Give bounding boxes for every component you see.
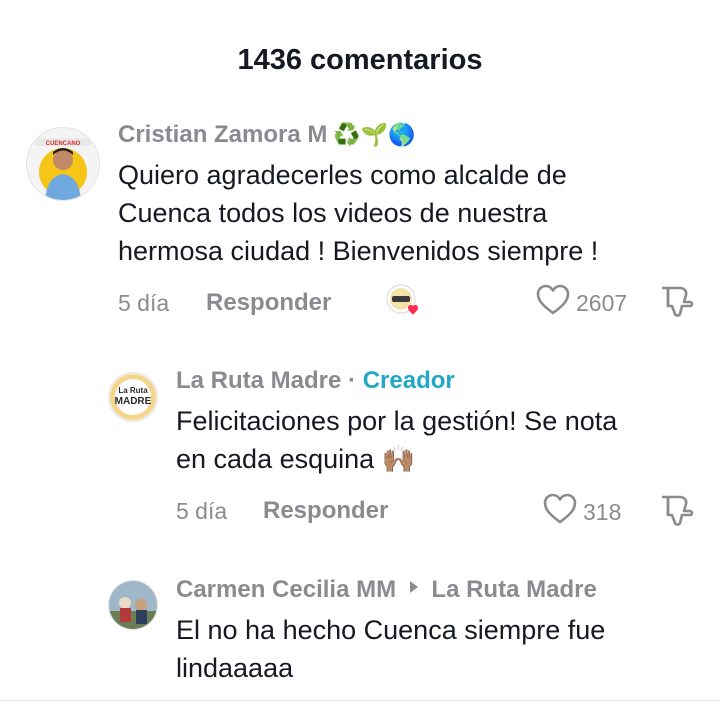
separator-dot: · (348, 367, 357, 394)
comment-username[interactable]: Carmen Cecilia MM La Ruta Madre (176, 576, 597, 604)
comment-text-line: Cuenca todos los videos de nuestra (118, 198, 548, 228)
dislike-icon[interactable] (658, 493, 694, 532)
avatar-brand-text: CUENCANO (46, 141, 81, 147)
comment-text: Felicitaciones por la gestión! Se nota e… (176, 402, 617, 479)
comment-text-line: El no ha hecho Cuenca siempre fue (176, 615, 606, 645)
comment-text-fragment: en cada esquina (176, 444, 375, 474)
reply-to-arrow-icon (409, 580, 419, 599)
reply-button[interactable]: Responder (263, 497, 388, 525)
dislike-icon[interactable] (658, 284, 694, 323)
username-text[interactable]: Cristian Zamora M (118, 121, 327, 148)
comment-text-line: lindaaaaa (176, 653, 294, 683)
comment-username[interactable]: La Ruta Madre · Creador (176, 367, 455, 395)
comments-count-title: 1436 comentarios (237, 44, 483, 76)
like-control[interactable]: 318 (543, 493, 621, 531)
comment-text: Quiero agradecerles como alcalde de Cuen… (118, 156, 598, 270)
reply-to-username[interactable]: La Ruta Madre (431, 576, 596, 603)
like-count: 318 (583, 498, 622, 525)
comment-text-line: Felicitaciones por la gestión! Se nota (176, 406, 618, 436)
avatar-logo-text: MADRE (115, 396, 152, 407)
username-text[interactable]: Carmen Cecilia MM (176, 576, 396, 603)
avatar[interactable] (108, 580, 158, 630)
username-emojis: ♻️🌱🌎 (333, 123, 416, 148)
heart-outline-icon[interactable] (536, 284, 570, 322)
creator-badge: Creador (362, 367, 455, 394)
comment-username[interactable]: Cristian Zamora M ♻️🌱🌎 (118, 121, 416, 149)
username-text[interactable]: La Ruta Madre (176, 367, 341, 394)
comment-text-line: Quiero agradecerles como alcalde de (118, 160, 567, 190)
reply-button[interactable]: Responder (206, 289, 331, 317)
comment-text: El no ha hecho Cuenca siempre fue lindaa… (176, 611, 605, 687)
divider (0, 700, 720, 701)
liked-by-creator-icon (386, 284, 420, 318)
comment-text-line: hermosa ciudad ! Bienvenidos siempre ! (118, 236, 599, 266)
avatar[interactable]: La Ruta MADRE (108, 372, 158, 422)
like-count: 2607 (576, 289, 628, 316)
avatar-logo-text: La Ruta (118, 386, 148, 395)
avatar[interactable]: CUENCANO (26, 127, 100, 201)
heart-outline-icon[interactable] (543, 493, 577, 531)
comment-text-line: en cada esquina 🙌🏽 (176, 440, 617, 479)
raising-hands-emoji: 🙌🏽 (381, 444, 416, 475)
comment-time: 5 día (176, 498, 228, 524)
comment-time: 5 día (118, 290, 170, 316)
like-control[interactable]: 2607 (536, 284, 627, 322)
